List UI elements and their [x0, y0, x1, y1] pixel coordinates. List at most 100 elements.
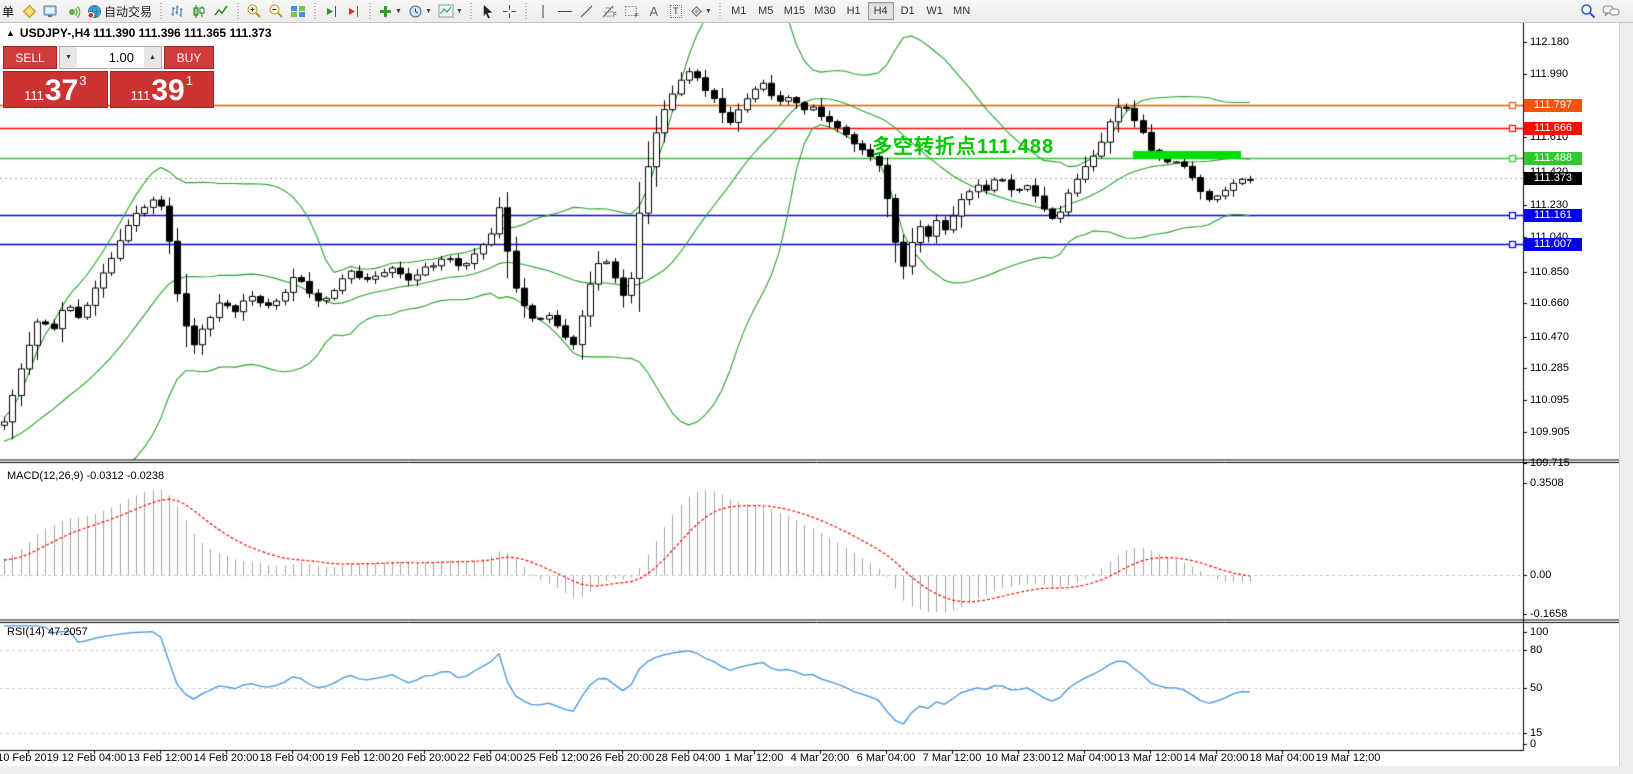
timeframe-button-mn[interactable]: MN	[949, 2, 975, 20]
line-chart-button[interactable]	[210, 1, 232, 21]
toolbar-grip	[312, 3, 317, 19]
chart-area[interactable]	[0, 0, 1633, 774]
buy-price-prefix: 111	[131, 88, 151, 103]
signal-button[interactable]	[62, 1, 84, 21]
candlestick-button[interactable]	[188, 1, 210, 21]
time-axis-label: 14 Feb 20:00	[194, 752, 259, 764]
label-button[interactable]: T	[665, 1, 687, 21]
templates-icon	[438, 4, 454, 18]
volume-stepper: ▼ ▲	[59, 46, 162, 69]
chart-shift-button[interactable]	[342, 1, 364, 21]
fibonacci-button[interactable]: F	[598, 1, 621, 21]
buy-price-sup: 1	[186, 73, 193, 88]
price-badge: 111.161	[1524, 209, 1582, 222]
horizontal-line-icon	[557, 5, 573, 18]
window-bottom-strip	[0, 766, 1633, 774]
chart-shift-icon	[346, 4, 361, 19]
terminal-icon	[43, 4, 59, 19]
zoom-out-button[interactable]	[265, 1, 287, 21]
crosshair-icon	[502, 4, 517, 19]
trendline-button[interactable]	[576, 1, 598, 21]
time-axis-label: 25 Feb 12:00	[524, 752, 589, 764]
toolbar-grip	[158, 3, 163, 19]
buy-price-big: 39	[151, 76, 184, 106]
price-badge: 111.373	[1524, 172, 1582, 185]
dropdown-caret: ▼	[425, 8, 432, 15]
macd-label: MACD(12,26,9) -0.0312 -0.0238	[7, 470, 164, 482]
tile-windows-button[interactable]	[287, 1, 309, 21]
tile-windows-icon	[290, 4, 306, 19]
timeframe-button-m1[interactable]: M1	[726, 2, 752, 20]
cursor-button[interactable]	[477, 1, 499, 21]
vertical-line-button[interactable]	[532, 1, 554, 21]
candlestick-icon	[192, 4, 207, 19]
search-button[interactable]	[1577, 1, 1599, 21]
timeframe-button-d1[interactable]: D1	[895, 2, 921, 20]
zoom-in-button[interactable]	[243, 1, 265, 21]
crosshair-button[interactable]	[499, 1, 521, 21]
collapse-arrow-icon[interactable]: ▲	[6, 28, 15, 38]
time-axis-label: 7 Mar 12:00	[923, 752, 982, 764]
sell-price-sup: 3	[79, 73, 86, 88]
buy-price-tile[interactable]: 111 39 1	[110, 71, 215, 108]
line-chart-icon	[214, 4, 229, 19]
time-axis-label: 12 Feb 04:00	[62, 752, 127, 764]
buy-button[interactable]: BUY	[164, 46, 214, 69]
macd-tick-label: -0.1658	[1530, 608, 1567, 621]
grid-button[interactable]: F	[621, 1, 643, 21]
templates-button[interactable]: ▼	[435, 1, 466, 21]
time-axis-label: 26 Feb 20:00	[590, 752, 655, 764]
timeframe-button-m30[interactable]: M30	[810, 2, 839, 20]
toolbar-grip	[469, 3, 474, 19]
timeframe-button-m15[interactable]: M15	[780, 2, 809, 20]
one-click-trading-panel: SELL ▼ ▲ BUY 111 37 3 111 39 1	[3, 46, 214, 108]
price-badge: 111.007	[1524, 238, 1582, 251]
bar-chart-button[interactable]	[166, 1, 188, 21]
volume-increase-button[interactable]: ▲	[144, 47, 161, 68]
indicators-button[interactable]: ▼	[375, 1, 405, 21]
toolbar-grip	[524, 3, 529, 19]
price-tick-label: 112.180	[1530, 36, 1569, 49]
grid-icon: F	[624, 4, 640, 19]
timeframe-button-h1[interactable]: H1	[841, 2, 867, 20]
toolbar: 单 自动交易	[0, 0, 1633, 23]
price-tick-label: 110.285	[1530, 362, 1569, 375]
price-tick-label: 110.850	[1530, 266, 1569, 279]
time-axis-label: 14 Mar 20:00	[1184, 752, 1249, 764]
sell-button[interactable]: SELL	[3, 46, 57, 69]
sell-price-tile[interactable]: 111 37 3	[3, 71, 108, 108]
sell-price-big: 37	[45, 76, 78, 106]
text-button[interactable]: A	[643, 1, 665, 21]
cursor-icon	[480, 4, 495, 19]
pivot-annotation: 多空转折点111.488	[872, 130, 1054, 159]
auto-trading-label: 自动交易	[104, 3, 152, 20]
price-badge: 111.488	[1524, 152, 1582, 165]
shapes-button[interactable]: ▼	[687, 1, 715, 21]
time-axis-label: 18 Feb 04:00	[260, 752, 325, 764]
price-tick-label: 110.095	[1530, 394, 1569, 407]
svg-text:F: F	[613, 13, 617, 19]
auto-scroll-button[interactable]	[320, 1, 342, 21]
chat-button[interactable]	[1599, 1, 1623, 21]
rsi-tick-label: 0	[1530, 738, 1536, 751]
sell-price-prefix: 111	[24, 88, 44, 103]
new-order-button[interactable]	[18, 1, 40, 21]
text-icon: A	[650, 4, 659, 19]
svg-text:F: F	[635, 12, 639, 19]
chat-icon	[1602, 4, 1620, 19]
toolbar-grip	[367, 3, 372, 19]
timeframe-button-m5[interactable]: M5	[753, 2, 779, 20]
periods-button[interactable]: ▼	[405, 1, 435, 21]
auto-trading-button[interactable]: 自动交易	[84, 1, 155, 21]
horizontal-line-button[interactable]	[554, 1, 576, 21]
menu-fragment[interactable]: 单	[0, 3, 18, 20]
time-axis-label: 6 Mar 04:00	[857, 752, 916, 764]
volume-decrease-button[interactable]: ▼	[60, 47, 77, 68]
auto-scroll-icon	[324, 4, 339, 19]
timeframe-button-h4[interactable]: H4	[868, 2, 894, 20]
terminal-button[interactable]	[40, 1, 62, 21]
volume-input[interactable]	[77, 47, 144, 68]
timeframe-button-w1[interactable]: W1	[922, 2, 948, 20]
auto-trading-icon	[87, 4, 102, 19]
time-axis-label: 19 Mar 12:00	[1316, 752, 1381, 764]
